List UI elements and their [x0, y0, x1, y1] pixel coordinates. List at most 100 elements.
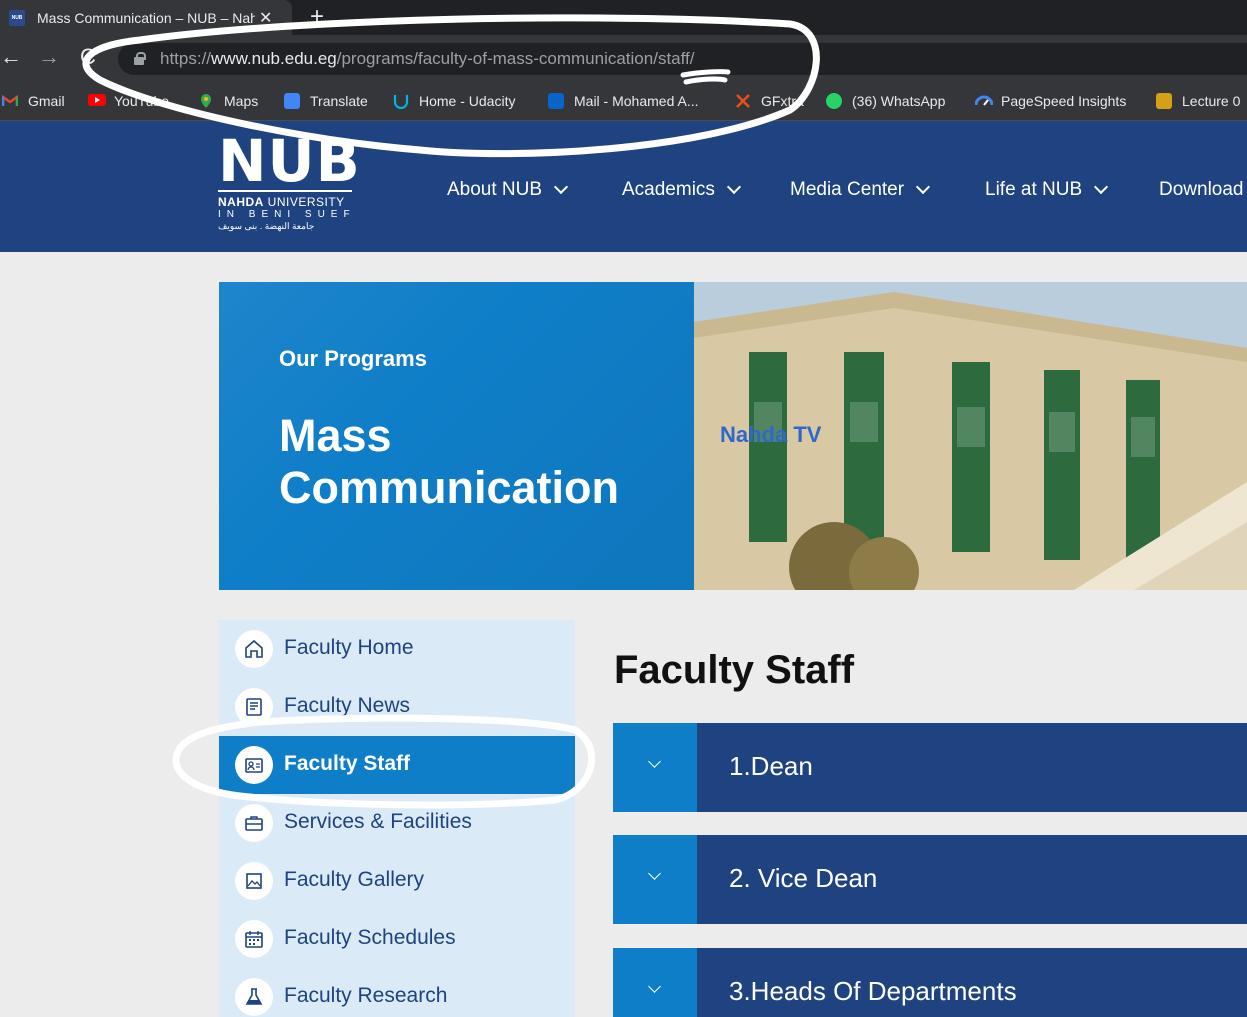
faculty-sidebar: Faculty Home Faculty News Faculty Staff … — [219, 620, 575, 1017]
url-scheme: https:// — [160, 49, 212, 68]
logo-location: IN BENI SUEF — [218, 209, 356, 220]
accordion-label: 1.Dean — [729, 751, 813, 781]
accordion-heads-of-departments[interactable]: 3.Heads Of Departments — [613, 948, 1247, 1017]
sidebar-item-faculty-home[interactable]: Faculty Home — [219, 620, 575, 678]
bookmark-lecture[interactable]: Lecture 0 — [1156, 91, 1240, 111]
nav-label: Academics — [622, 179, 715, 200]
calendar-icon — [235, 920, 273, 958]
sidebar-item-services-facilities[interactable]: Services & Facilities — [219, 794, 575, 852]
id-card-icon — [235, 746, 273, 784]
logo-university-name: NAHDA UNIVERSITY — [218, 195, 358, 209]
site-header: NUB NAHDA UNIVERSITY IN BENI SUEF جامعة … — [0, 121, 1247, 252]
sidebar-item-faculty-schedules[interactable]: Faculty Schedules — [219, 910, 575, 968]
bookmark-translate[interactable]: Translate — [284, 91, 368, 111]
bookmark-udacity[interactable]: Home - Udacity — [393, 91, 515, 111]
outlook-icon — [548, 93, 564, 109]
nav-life-at-nub[interactable]: Life at NUB — [985, 179, 1109, 201]
browser-tab-strip: NUB Mass Communication – NUB – Nahda Uni… — [0, 0, 1247, 35]
nub-favicon-icon: NUB — [9, 9, 25, 26]
chevron-down-icon — [648, 867, 661, 880]
accordion-label: 2. Vice Dean — [729, 863, 878, 893]
bookmark-maps[interactable]: Maps — [198, 91, 258, 111]
faculty-building-photo: Nahda TV — [694, 282, 1247, 590]
hero-banner: Our Programs Mass Communication — [219, 282, 694, 590]
accordion-toggle[interactable] — [613, 835, 697, 924]
url-text[interactable]: https://www.nub.edu.eg/programs/faculty-… — [160, 49, 694, 69]
nav-media-center[interactable]: Media Center — [790, 179, 931, 201]
maps-icon — [198, 93, 214, 109]
sidebar-item-faculty-staff[interactable]: Faculty Staff — [219, 736, 575, 794]
chevron-down-icon — [915, 179, 931, 195]
accordion-toggle[interactable] — [613, 948, 697, 1017]
whatsapp-icon — [826, 93, 842, 109]
sidebar-item-label: Faculty Home — [284, 636, 414, 659]
nahda-tv-sign: Nahda TV — [720, 422, 822, 447]
logo-mark: NUB — [218, 127, 361, 195]
hero-kicker: Our Programs — [279, 346, 427, 371]
gallery-icon — [235, 862, 273, 900]
sidebar-item-faculty-research[interactable]: Faculty Research — [219, 968, 575, 1017]
nav-download[interactable]: Download — [1159, 179, 1244, 201]
flask-icon — [235, 978, 273, 1016]
pagespeed-icon — [974, 93, 994, 109]
briefcase-icon — [235, 804, 273, 842]
browser-tab[interactable]: NUB Mass Communication – NUB – Nahda Uni… — [0, 0, 292, 35]
sidebar-item-label: Faculty Staff — [284, 752, 411, 775]
page-title: Mass Communication — [279, 410, 620, 513]
bookmark-label: Translate — [310, 93, 368, 109]
bookmarks-bar: Gmail YouTube Maps Translate Home - Udac… — [0, 81, 1247, 121]
bookmark-youtube[interactable]: YouTube — [88, 91, 169, 111]
sidebar-item-faculty-news[interactable]: Faculty News — [219, 678, 575, 736]
nav-label: About NUB — [447, 179, 543, 200]
close-tab-icon[interactable]: ✕ — [259, 8, 272, 28]
logo-nahda: NAHDA — [218, 195, 264, 209]
sidebar-item-faculty-gallery[interactable]: Faculty Gallery — [219, 852, 575, 910]
bookmark-label: Mail - Mohamed A... — [574, 93, 699, 109]
url-host: www.nub.edu.eg — [211, 49, 337, 68]
reload-button[interactable]: C — [80, 45, 96, 69]
section-heading: Faculty Staff — [614, 648, 855, 692]
bookmark-gmail[interactable]: Gmail — [1, 91, 65, 111]
browser-toolbar: ← → C https://www.nub.edu.eg/programs/fa… — [0, 35, 1247, 81]
tab-title: Mass Communication – NUB – Nahda Univers… — [37, 9, 255, 26]
sidebar-item-label: Faculty Gallery — [284, 868, 425, 891]
sidebar-item-label: Faculty News — [284, 694, 411, 717]
sidebar-item-label: Services & Facilities — [284, 810, 472, 833]
youtube-icon — [88, 93, 106, 109]
nav-academics[interactable]: Academics — [622, 179, 741, 201]
newspaper-icon — [235, 688, 273, 726]
sidebar-item-label: Faculty Schedules — [284, 926, 456, 949]
bookmark-whatsapp[interactable]: (36) WhatsApp — [826, 91, 945, 111]
bookmark-label: (36) WhatsApp — [852, 93, 946, 109]
bookmark-label: Home - Udacity — [419, 93, 516, 109]
lock-icon[interactable] — [134, 52, 146, 65]
lecture-icon — [1156, 93, 1172, 109]
bookmark-outlook[interactable]: Mail - Mohamed A... — [548, 91, 699, 111]
bookmark-label: Gmail — [28, 93, 65, 109]
nub-logo[interactable]: NUB NAHDA UNIVERSITY IN BENI SUEF جامعة … — [218, 127, 361, 232]
bookmark-label: Maps — [224, 93, 259, 109]
accordion-vice-dean[interactable]: 2. Vice Dean — [613, 835, 1247, 924]
sidebar-item-label: Faculty Research — [284, 984, 448, 1007]
udacity-icon — [393, 93, 409, 110]
chevron-down-icon — [648, 980, 661, 993]
accordion-toggle[interactable] — [613, 723, 697, 812]
address-bar[interactable]: https://www.nub.edu.eg/programs/faculty-… — [118, 43, 1247, 75]
new-tab-button[interactable]: + — [310, 3, 324, 31]
chevron-down-icon — [553, 179, 569, 195]
nav-label: Media Center — [790, 179, 905, 200]
bookmark-label: GFxtra — [761, 93, 804, 109]
home-icon — [235, 630, 273, 668]
accordion-dean[interactable]: 1.Dean — [613, 723, 1247, 812]
nav-label: Life at NUB — [985, 179, 1083, 200]
bookmark-pagespeed[interactable]: PageSpeed Insights — [974, 91, 1126, 111]
nav-about-nub[interactable]: About NUB — [447, 179, 569, 201]
nav-label: Download — [1159, 179, 1244, 200]
url-path: /programs/faculty-of-mass-communication/… — [336, 49, 695, 68]
forward-button[interactable]: → — [38, 45, 60, 69]
bookmark-label: Lecture 0 — [1182, 93, 1241, 109]
logo-arabic: جامعة النهضة . بنى سويف — [218, 221, 315, 231]
chevron-down-icon — [1094, 179, 1109, 195]
back-button[interactable]: ← — [0, 45, 22, 69]
bookmark-gfxtra[interactable]: GFxtra — [735, 91, 804, 111]
